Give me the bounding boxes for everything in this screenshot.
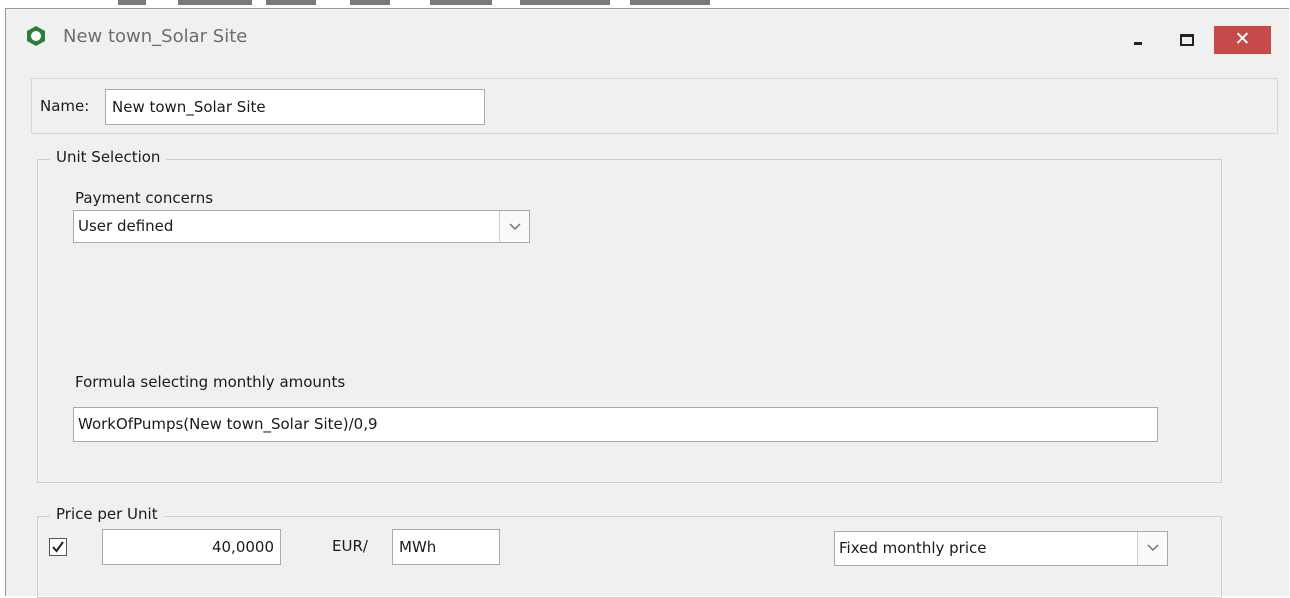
maximize-icon	[1180, 34, 1194, 46]
payment-concerns-value: User defined	[78, 217, 174, 235]
chevron-down-icon	[1147, 544, 1159, 552]
name-panel: Name: New town_Solar Site	[31, 78, 1278, 134]
price-mode-select[interactable]: Fixed monthly price	[834, 531, 1168, 566]
chevron-down-icon	[509, 223, 521, 231]
price-per-unit-group: Price per Unit 40,0000 EUR/ MWh Fixed mo…	[37, 505, 1222, 598]
payment-dropdown-button[interactable]	[499, 211, 529, 242]
name-input[interactable]: New town_Solar Site	[105, 89, 485, 125]
currency-label: EUR/	[332, 537, 368, 555]
formula-label: Formula selecting monthly amounts	[75, 373, 346, 391]
checkmark-icon	[52, 541, 64, 553]
maximize-button[interactable]	[1174, 29, 1200, 51]
price-mode-dropdown-button[interactable]	[1137, 532, 1167, 565]
close-icon: ✕	[1234, 28, 1251, 50]
price-mode-value: Fixed monthly price	[839, 539, 987, 557]
formula-input[interactable]: WorkOfPumps(New town_Solar Site)/0,9	[73, 407, 1158, 442]
payment-concerns-select[interactable]: User defined	[73, 210, 530, 243]
minimize-button[interactable]	[1124, 29, 1150, 51]
name-label: Name:	[40, 97, 90, 115]
title-bar[interactable]: New town_Solar Site ✕	[6, 9, 1289, 67]
unit-selection-legend: Unit Selection	[50, 148, 167, 166]
price-per-unit-legend: Price per Unit	[50, 505, 164, 523]
price-enabled-checkbox[interactable]	[49, 538, 67, 556]
close-button[interactable]: ✕	[1214, 26, 1271, 54]
price-amount-input[interactable]: 40,0000	[102, 529, 281, 565]
window-title: New town_Solar Site	[63, 26, 248, 47]
app-logo-icon	[27, 26, 45, 46]
payment-concerns-label: Payment concerns	[75, 189, 214, 207]
minimize-icon	[1134, 42, 1142, 45]
dialog-window: New town_Solar Site ✕ Name: New town_Sol…	[5, 8, 1289, 598]
unit-selection-group: Unit Selection Payment concerns User def…	[37, 148, 1222, 483]
unit-input[interactable]: MWh	[392, 529, 500, 565]
